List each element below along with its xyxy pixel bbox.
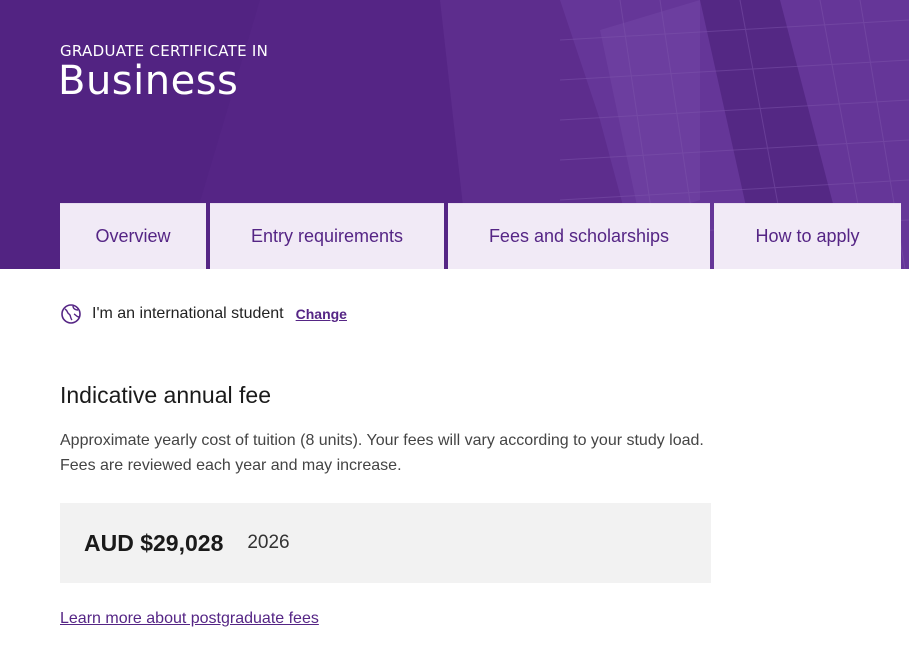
globe-icon — [61, 304, 81, 324]
change-student-type-link[interactable]: Change — [296, 306, 347, 322]
hero-banner: GRADUATE CERTIFICATE IN Business Overvie… — [0, 0, 909, 269]
student-type-label: I'm an international student — [92, 305, 284, 322]
learn-more-fees-link[interactable]: Learn more about postgraduate fees — [60, 610, 319, 628]
tab-overview[interactable]: Overview — [60, 203, 206, 269]
tab-how-to-apply[interactable]: How to apply — [714, 203, 901, 269]
tab-entry-requirements[interactable]: Entry requirements — [210, 203, 444, 269]
fee-box: AUD $29,028 2026 — [60, 503, 711, 583]
fee-heading: Indicative annual fee — [60, 382, 271, 408]
student-type-row: I'm an international student Change — [60, 302, 347, 326]
fee-description: Approximate yearly cost of tuition (8 un… — [60, 432, 704, 474]
fee-year: 2026 — [247, 532, 290, 553]
tab-bar: Overview Entry requirements Fees and sch… — [0, 203, 909, 269]
page-title: Business — [58, 58, 239, 104]
fee-amount: AUD $29,028 — [84, 529, 224, 556]
tab-fees-and-scholarships[interactable]: Fees and scholarships — [448, 203, 710, 269]
